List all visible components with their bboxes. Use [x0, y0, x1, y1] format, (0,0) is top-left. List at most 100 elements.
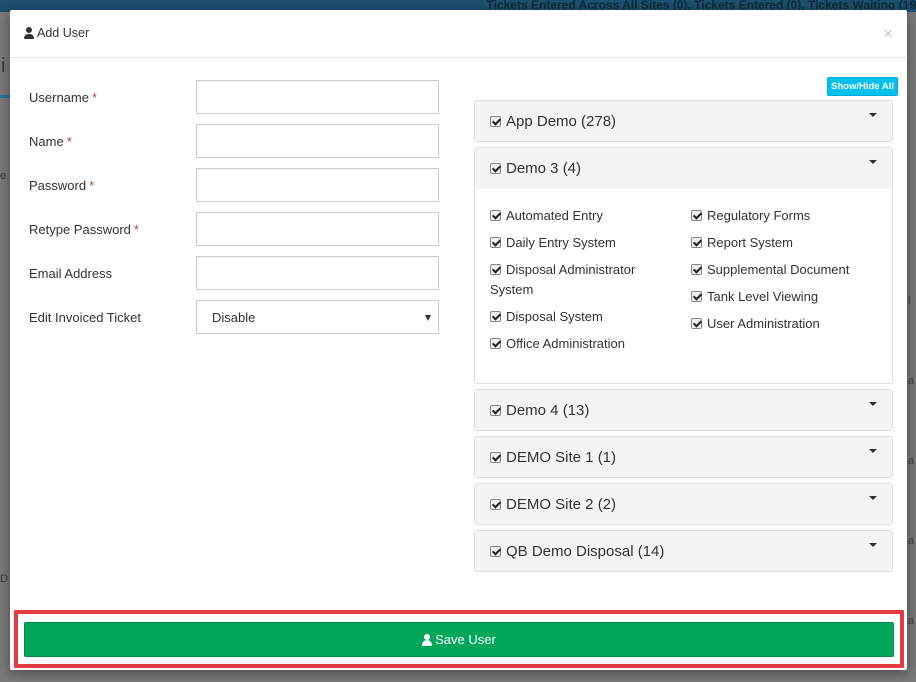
select-caret-icon: [425, 315, 431, 321]
site-label: App Demo (278): [506, 113, 617, 130]
name-input[interactable]: [196, 124, 439, 158]
site-panel-title: App Demo (278): [490, 113, 616, 130]
retype-password-input[interactable]: [196, 212, 439, 246]
background-fragment: a: [908, 535, 915, 547]
site-label: DEMO Site 1 (1): [506, 449, 617, 466]
site-panel: DEMO Site 2 (2): [474, 483, 893, 525]
name-row: Name *: [29, 124, 440, 158]
permission-checkbox[interactable]: [691, 264, 702, 275]
password-row: Password *: [29, 168, 440, 202]
permission-checkbox[interactable]: [490, 237, 501, 248]
site-panel: DEMO Site 1 (1): [474, 436, 893, 478]
permission-label: Daily Entry System: [506, 235, 616, 250]
site-panel: Demo 3 (4) Automated Entry Daily Entry S…: [474, 147, 893, 384]
site-checkbox[interactable]: [490, 163, 501, 174]
permission-checkbox[interactable]: [691, 210, 702, 221]
permission-checkbox[interactable]: [691, 291, 702, 302]
background-fragment: l: [908, 295, 911, 307]
required-marker: *: [133, 222, 139, 237]
site-label: QB Demo Disposal (14): [506, 543, 665, 560]
background-fragment: a: [908, 455, 915, 467]
save-user-label: Save User: [435, 632, 496, 647]
permission-label: Disposal System: [506, 309, 603, 324]
required-marker: *: [89, 178, 95, 193]
site-checkbox[interactable]: [490, 546, 501, 557]
add-user-modal: Add User × Username * Name * Password * Ret…: [10, 10, 907, 670]
caret-down-icon[interactable]: [869, 449, 877, 453]
background-divider: [0, 95, 10, 98]
permission-item[interactable]: Office Administration: [490, 334, 675, 354]
site-panel-header[interactable]: DEMO Site 2 (2): [475, 484, 892, 524]
site-panel: Demo 4 (13): [474, 389, 893, 431]
permission-checkbox[interactable]: [490, 338, 501, 349]
username-input[interactable]: [196, 80, 439, 114]
site-checkbox[interactable]: [490, 116, 501, 127]
permission-item[interactable]: User Administration: [691, 314, 876, 334]
site-panel-header[interactable]: App Demo (278): [475, 101, 892, 141]
save-user-button[interactable]: Save User: [24, 622, 894, 657]
site-label: Demo 4 (13): [506, 402, 590, 419]
username-row: Username *: [29, 80, 440, 114]
modal-title: Add User: [24, 26, 89, 40]
permission-checkbox[interactable]: [691, 318, 702, 329]
caret-down-icon[interactable]: [869, 402, 877, 406]
permission-item[interactable]: Tank Level Viewing: [691, 287, 876, 307]
site-label: DEMO Site 2 (2): [506, 496, 617, 513]
permission-item[interactable]: Supplemental Document: [691, 260, 876, 280]
close-icon[interactable]: ×: [883, 25, 893, 42]
permission-checkbox[interactable]: [490, 311, 501, 322]
permission-item[interactable]: Regulatory Forms: [691, 206, 876, 226]
caret-down-icon[interactable]: [869, 160, 877, 164]
permission-label: Office Administration: [506, 336, 625, 351]
site-panel-header[interactable]: Demo 3 (4): [475, 148, 892, 188]
background-fragment: e: [0, 170, 7, 182]
required-marker: *: [91, 90, 98, 105]
permission-label: Report System: [707, 235, 793, 250]
user-icon: [24, 27, 34, 39]
permission-item[interactable]: Report System: [691, 233, 876, 253]
site-panel-header[interactable]: Demo 4 (13): [475, 390, 892, 430]
email-input[interactable]: [196, 256, 439, 290]
permission-checkbox[interactable]: [691, 237, 702, 248]
edit-invoiced-row: Edit Invoiced Ticket Disable: [29, 300, 440, 334]
retype-password-label: Retype Password *: [29, 222, 139, 237]
site-panel-title: Demo 4 (13): [490, 402, 589, 419]
caret-down-icon[interactable]: [869, 543, 877, 547]
permission-item[interactable]: Disposal System: [490, 307, 675, 327]
permission-label: Supplemental Document: [707, 262, 850, 277]
permission-item[interactable]: Disposal Administrator System: [490, 260, 675, 300]
username-label: Username *: [29, 90, 98, 105]
site-panel-header[interactable]: DEMO Site 1 (1): [475, 437, 892, 477]
modal-header: Add User ×: [10, 10, 907, 58]
permission-item[interactable]: Automated Entry: [490, 206, 675, 226]
permission-label: Automated Entry: [506, 208, 603, 223]
password-label: Password *: [29, 178, 95, 193]
site-checkbox[interactable]: [490, 405, 501, 416]
permission-item[interactable]: Daily Entry System: [490, 233, 675, 253]
permission-checkbox[interactable]: [490, 264, 501, 275]
user-icon: [422, 633, 433, 646]
permission-checkbox[interactable]: [490, 210, 501, 221]
show-hide-all-button[interactable]: Show/Hide All: [827, 77, 898, 96]
modal-title-text: Add User: [37, 26, 90, 40]
site-panel-header[interactable]: QB Demo Disposal (14): [475, 531, 892, 571]
background-fragment: a: [908, 615, 915, 627]
caret-down-icon[interactable]: [869, 496, 877, 500]
site-label: Demo 3 (4): [506, 160, 582, 177]
edit-invoiced-select[interactable]: Disable: [196, 300, 439, 334]
site-checkbox[interactable]: [490, 499, 501, 510]
permission-label: Regulatory Forms: [707, 208, 811, 223]
background-fragment: a: [908, 375, 915, 387]
edit-invoiced-value: Disable: [212, 310, 256, 325]
password-input[interactable]: [196, 168, 439, 202]
site-panel: QB Demo Disposal (14): [474, 530, 893, 572]
site-permissions: Automated Entry Daily Entry System Dispo…: [475, 188, 892, 383]
site-checkbox[interactable]: [490, 452, 501, 463]
permission-label: Disposal Administrator System: [490, 262, 636, 297]
edit-invoiced-label: Edit Invoiced Ticket: [29, 310, 141, 325]
email-row: Email Address: [29, 256, 440, 290]
site-panel-title: DEMO Site 1 (1): [490, 449, 616, 466]
caret-down-icon[interactable]: [869, 113, 877, 117]
site-panel-title: QB Demo Disposal (14): [490, 543, 664, 560]
permission-label: User Administration: [707, 316, 820, 331]
